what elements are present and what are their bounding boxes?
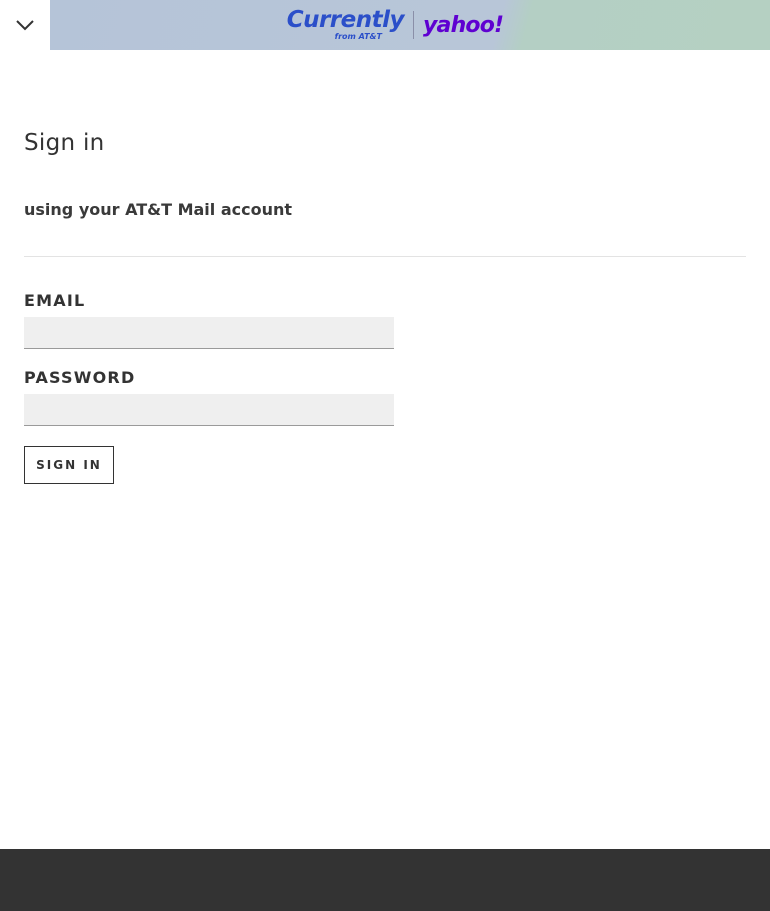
chevron-down-icon: [16, 20, 34, 31]
password-field[interactable]: [24, 394, 394, 426]
currently-subtitle: from AT&T: [334, 32, 382, 41]
email-field[interactable]: [24, 317, 394, 349]
brand-logo[interactable]: Currently from AT&T yahoo!: [287, 9, 504, 41]
top-bar: Currently from AT&T yahoo!: [0, 0, 770, 50]
currently-wordmark: Currently: [286, 7, 405, 33]
sign-in-button[interactable]: SIGN IN: [24, 446, 114, 484]
footer: [0, 849, 770, 911]
page-subtitle: using your AT&T Mail account: [24, 200, 293, 219]
password-label: PASSWORD: [24, 368, 136, 387]
brand-banner: Currently from AT&T yahoo!: [50, 0, 770, 50]
menu-toggle-button[interactable]: [0, 0, 50, 50]
logo-divider: [412, 11, 414, 39]
divider: [24, 256, 746, 257]
page-title: Sign in: [24, 130, 105, 156]
yahoo-logo: yahoo!: [422, 12, 504, 38]
currently-logo: Currently from AT&T: [286, 7, 405, 41]
email-label: EMAIL: [24, 291, 86, 310]
